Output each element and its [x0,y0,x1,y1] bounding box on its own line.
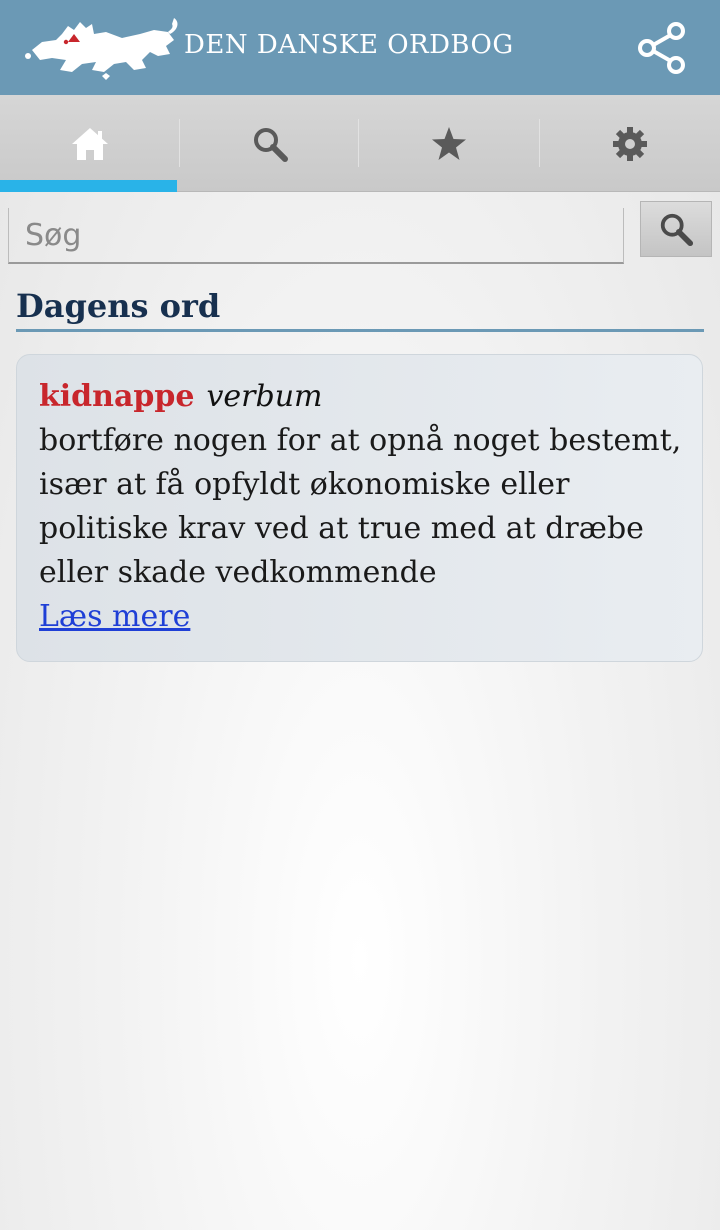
star-icon [432,126,466,160]
lion-logo-icon [25,18,178,80]
headword[interactable]: kidnappe [39,379,194,414]
section-divider [16,329,704,332]
tab-home[interactable] [0,95,180,192]
gear-icon [613,126,647,161]
definition-text: bortføre nogen for at opnå noget bestemt… [39,423,682,590]
app-header: DEN DANSKE ORDBOG [0,0,720,95]
tab-bar [0,95,720,192]
read-more-link[interactable]: Læs mere [39,595,190,639]
word-of-day-card: kidnappe verbum bortføre nogen for at opn… [16,354,703,662]
search-icon [254,127,288,162]
app-title: DEN DANSKE ORDBOG [184,30,514,60]
search-button[interactable] [640,201,712,257]
word-class: verbum [206,379,323,414]
search-icon [660,213,694,247]
tab-settings[interactable] [540,95,720,192]
search-input[interactable] [8,208,624,264]
share-icon [638,22,685,74]
tab-favorites[interactable] [359,95,539,192]
tab-search[interactable] [180,95,360,192]
tab-selected-indicator [0,180,177,192]
home-icon [72,127,108,160]
share-button[interactable] [632,18,692,78]
section-title: Dagens ord [16,287,221,325]
